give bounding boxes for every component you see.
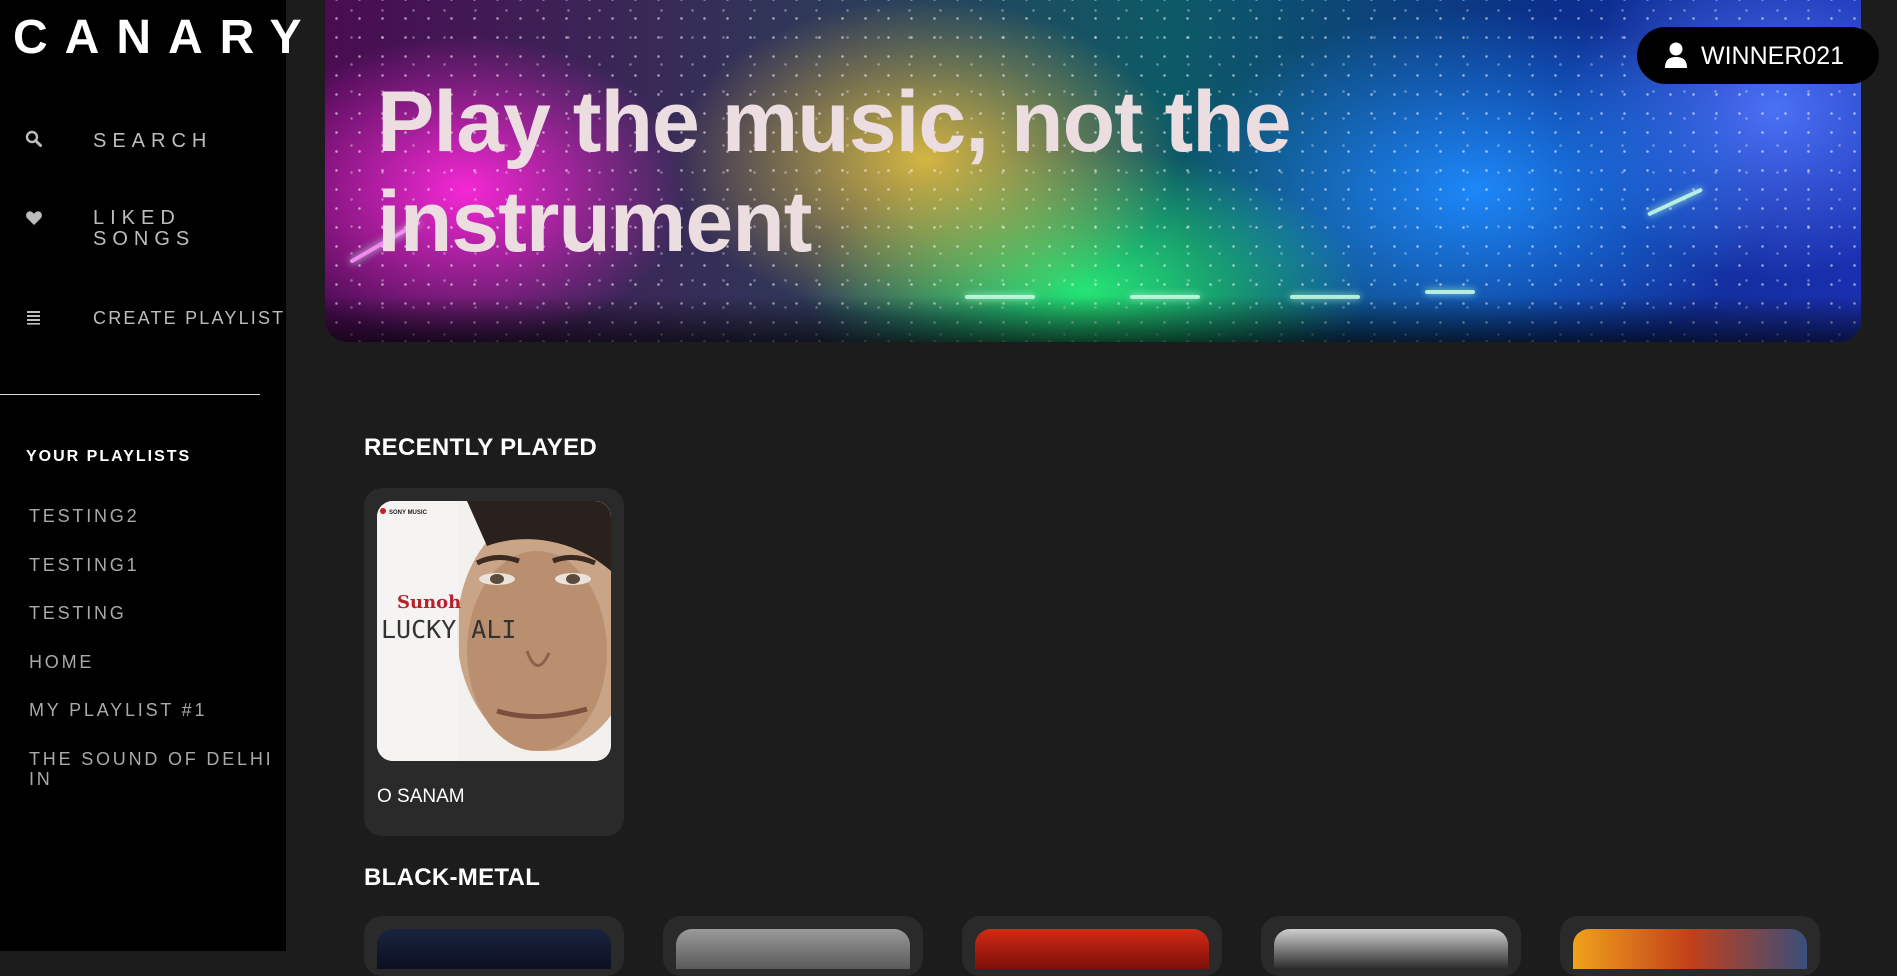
album-card[interactable] [962,916,1222,976]
list-icon [25,308,43,326]
album-card[interactable] [1261,916,1521,976]
album-card[interactable]: SONY MUSIC Sunoh LUCKY ALI O SANAM [364,488,624,836]
album-cover [1274,929,1508,969]
playlist-item[interactable]: TESTING [29,603,279,623]
sidebar: CANARY SEARCH LIKED SONGS CREATE PLAYLIS… [0,0,302,951]
label-text: SONY MUSIC [389,510,428,516]
app-logo[interactable]: CANARY [13,10,319,66]
nav-create-playlist[interactable]: CREATE PLAYLIST [0,307,286,331]
search-icon [25,130,43,148]
album-card[interactable] [364,916,624,976]
album-cover [975,929,1209,969]
playlist-item[interactable]: TESTING2 [29,506,279,526]
album-art: SONY MUSIC Sunoh LUCKY ALI [377,501,611,761]
nav-search-label: SEARCH [93,130,213,152]
cover-artist: LUCKY ALI [381,615,516,644]
album-title: O SANAM [377,786,465,807]
recently-played-heading: RECENTLY PLAYED [364,434,598,461]
user-icon [1664,41,1688,69]
crowd-silhouette [325,296,1861,342]
user-name: WINNER021 [1701,42,1845,70]
black-metal-heading: BLACK-METAL [364,864,541,891]
album-cover [377,929,611,969]
playlist-item[interactable]: MY PLAYLIST #1 [29,700,279,720]
nav-liked-songs[interactable]: LIKED SONGS [0,208,286,252]
hero-banner: Play the music, not the instrument [325,0,1861,342]
heart-icon [25,209,43,227]
playlist-item[interactable]: TESTING1 [29,555,279,575]
album-cover: SONY MUSIC Sunoh LUCKY ALI [377,501,611,761]
nav-liked-songs-label: LIKED SONGS [93,207,196,250]
album-cover [676,929,910,969]
playlist-item[interactable]: HOME [29,652,279,672]
nav-create-playlist-label: CREATE PLAYLIST [93,308,286,328]
nav-search[interactable]: SEARCH [0,128,286,154]
user-menu-button[interactable]: WINNER021 [1637,27,1879,84]
stage-light [1425,290,1475,294]
hero-title: Play the music, not the instrument [377,74,1292,270]
playlist-item[interactable]: THE SOUND OF DELHI IN [29,749,274,789]
cover-title: Sunoh [397,592,461,613]
sidebar-divider [0,394,260,395]
playlists-heading: YOUR PLAYLISTS [26,448,192,465]
album-cover [1573,929,1807,969]
album-card[interactable] [663,916,923,976]
album-card[interactable] [1560,916,1820,976]
